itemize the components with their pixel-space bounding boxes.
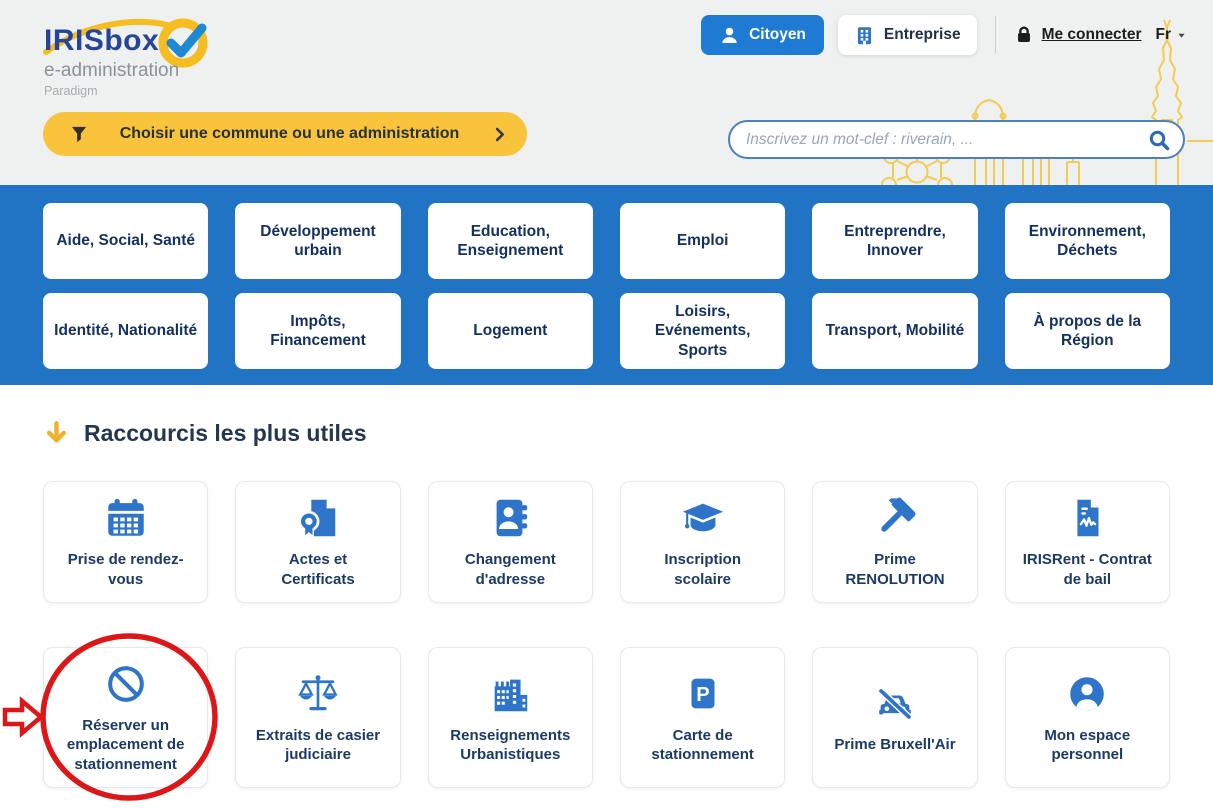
- person-icon: [719, 25, 740, 46]
- category-band: Aide, Social, Santé Développement urbain…: [0, 185, 1213, 385]
- certificate-icon: [295, 495, 341, 541]
- shortcuts-section: Raccourcis les plus utiles: [0, 385, 1213, 788]
- category-identite-nationalite[interactable]: Identité, Nationalité: [43, 293, 208, 369]
- shortcut-extraits-casier-judiciaire[interactable]: Extraits de casier judiciaire: [235, 647, 400, 788]
- choose-commune-button[interactable]: Choisir une commune ou une administratio…: [43, 112, 527, 156]
- shortcut-reserver-emplacement-stationnement[interactable]: Réserver un emplacement de stationnement: [43, 647, 208, 788]
- entreprise-button[interactable]: Entreprise: [838, 15, 977, 55]
- login-label: Me connecter: [1042, 26, 1142, 44]
- category-a-propos-de-la-region[interactable]: À propos de la Région: [1005, 293, 1170, 369]
- category-developpement-urbain[interactable]: Développement urbain: [235, 203, 400, 279]
- citoyen-label: Citoyen: [749, 26, 806, 44]
- hammer-icon: [872, 495, 918, 541]
- graduation-cap-icon: [680, 495, 726, 541]
- header: IRISbox e-administration Paradigm Citoye…: [0, 0, 1213, 185]
- header-controls: Citoyen Entreprise: [701, 15, 1187, 55]
- shortcuts-title-text: Raccourcis les plus utiles: [84, 420, 367, 447]
- shortcut-prime-bruxell-air[interactable]: Prime Bruxell'Air: [812, 647, 977, 788]
- logo-brand: Paradigm: [44, 84, 98, 98]
- shortcut-carte-de-stationnement[interactable]: P Carte de stationnement: [620, 647, 785, 788]
- scales-icon: [295, 671, 341, 717]
- file-signature-icon: [1064, 495, 1110, 541]
- search-input[interactable]: [746, 131, 1147, 149]
- logo-subtitle: e-administration: [44, 60, 179, 82]
- category-emploi[interactable]: Emploi: [620, 203, 785, 279]
- category-transport-mobilite[interactable]: Transport, Mobilité: [812, 293, 977, 369]
- shortcut-mon-espace-personnel[interactable]: Mon espace personnel: [1005, 647, 1170, 788]
- shortcut-actes-et-certificats[interactable]: Actes et Certificats: [235, 481, 400, 603]
- category-impots-financement[interactable]: Impôts, Financement: [235, 293, 400, 369]
- shortcut-renseignements-urbanistiques[interactable]: Renseignements Urbanistiques: [428, 647, 593, 788]
- shortcuts-grid: Prise de rendez-vous Actes et Certificat…: [43, 481, 1170, 788]
- shortcut-label: Réserver un emplacement de stationnement: [50, 716, 201, 775]
- shortcut-label: Prise de rendez-vous: [50, 550, 201, 589]
- calendar-icon: [103, 495, 149, 541]
- shortcut-label: Renseignements Urbanistiques: [435, 726, 586, 765]
- shortcut-inscription-scolaire[interactable]: Inscription scolaire: [620, 481, 785, 603]
- irisbox-logo[interactable]: IRISbox e-administration Paradigm: [40, 8, 254, 104]
- category-logement[interactable]: Logement: [428, 293, 593, 369]
- parking-icon: P: [680, 671, 726, 717]
- irisbox-portal-page: IRISbox e-administration Paradigm Citoye…: [0, 0, 1213, 810]
- shortcut-label: Actes et Certificats: [242, 550, 393, 589]
- shortcut-label: Changement d'adresse: [435, 550, 586, 589]
- shortcut-label: Extraits de casier judiciaire: [242, 726, 393, 765]
- choose-commune-label: Choisir une commune ou une administratio…: [89, 125, 490, 143]
- citoyen-button[interactable]: Citoyen: [701, 15, 824, 55]
- shortcut-label: Mon espace personnel: [1012, 726, 1163, 765]
- login-link[interactable]: Me connecter: [1014, 25, 1142, 45]
- shortcut-label: IRISRent - Contrat de bail: [1012, 550, 1163, 589]
- shortcut-label: Inscription scolaire: [627, 550, 778, 589]
- lock-icon: [1014, 25, 1034, 45]
- language-label: Fr: [1156, 26, 1172, 44]
- search-button[interactable]: [1147, 128, 1171, 152]
- category-entreprendre-innover[interactable]: Entreprendre, Innover: [812, 203, 977, 279]
- shortcut-label: Prime RENOLUTION: [819, 550, 970, 589]
- arrow-down-icon: [43, 420, 70, 447]
- parking-letter: P: [696, 684, 709, 706]
- search-bar: [728, 120, 1185, 159]
- shortcuts-heading: Raccourcis les plus utiles: [43, 415, 1170, 451]
- entreprise-label: Entreprise: [884, 26, 961, 44]
- city-icon: [487, 671, 533, 717]
- chevron-right-icon: [490, 125, 509, 144]
- shortcut-label: Carte de stationnement: [627, 726, 778, 765]
- address-book-icon: [487, 495, 533, 541]
- shortcut-label: Prime Bruxell'Air: [826, 735, 963, 755]
- car-slash-icon: [872, 680, 918, 726]
- category-loisirs-evenements-sports[interactable]: Loisirs, Evénements, Sports: [620, 293, 785, 369]
- category-environnement-dechets[interactable]: Environnement, Déchets: [1005, 203, 1170, 279]
- ban-icon: [103, 661, 149, 707]
- language-selector[interactable]: Fr: [1156, 26, 1188, 44]
- shortcut-prise-de-rendez-vous[interactable]: Prise de rendez-vous: [43, 481, 208, 603]
- caret-down-icon: [1176, 30, 1187, 41]
- logo-title: IRISbox: [44, 24, 159, 58]
- category-aide-social-sante[interactable]: Aide, Social, Santé: [43, 203, 208, 279]
- filter-icon: [69, 124, 89, 144]
- category-education-enseignement[interactable]: Education, Enseignement: [428, 203, 593, 279]
- shortcut-changement-d-adresse[interactable]: Changement d'adresse: [428, 481, 593, 603]
- shortcut-prime-renolution[interactable]: Prime RENOLUTION: [812, 481, 977, 603]
- user-circle-icon: [1064, 671, 1110, 717]
- building-icon: [854, 25, 875, 46]
- shortcut-irisrent-contrat-de-bail[interactable]: IRISRent - Contrat de bail: [1005, 481, 1170, 603]
- divider: [995, 16, 996, 54]
- search-icon: [1147, 128, 1171, 152]
